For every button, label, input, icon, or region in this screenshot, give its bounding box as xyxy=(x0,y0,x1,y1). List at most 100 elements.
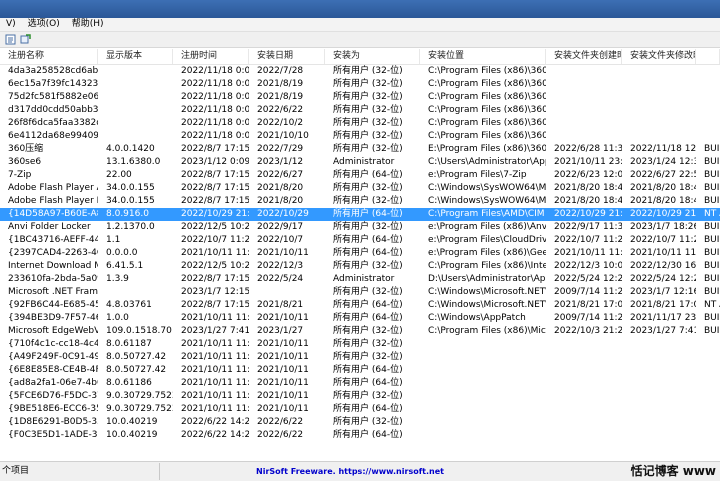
column-header-reg-name[interactable]: 注册名称 xyxy=(0,49,98,64)
cell-reg-name: Internet Download M... xyxy=(8,261,98,271)
cell-reg-time: 2021/10/11 11:2... xyxy=(181,378,249,388)
cell-reg-name: {A49F249F-0C91-497F... xyxy=(8,352,98,362)
properties-button[interactable] xyxy=(4,34,16,46)
table-row[interactable]: 6ec15a7f39fc14323b... 2022/11/18 0:09:...… xyxy=(0,78,720,91)
column-header-reg-time[interactable]: 注册时间 xyxy=(173,49,249,64)
cell-display-version: 8.0.50727.42 xyxy=(106,365,167,375)
table-row[interactable]: {1BC43716-AEFF-4462... 1.1 2022/10/7 11:26… xyxy=(0,234,720,247)
cell-reg-time: 2023/1/12 0:09:33 xyxy=(181,157,249,167)
table-row[interactable]: 7-Zip 22.00 2022/8/7 17:15:48 2022/6/27 所有用户… xyxy=(0,169,720,182)
table-row[interactable]: 233610fa-2bda-5a09-... 1.3.9 2022/8/7 17:1… xyxy=(0,273,720,286)
table-row[interactable]: 6e4112da68e99409bd... 2022/11/18 0:09:...… xyxy=(0,130,720,143)
cell-folder-modified xyxy=(622,416,696,429)
cell-display-version: 6.41.5.1 xyxy=(106,261,144,271)
menu-options[interactable]: 选项(O) xyxy=(22,18,66,31)
cell-display-version xyxy=(98,286,173,299)
cell-display-version xyxy=(98,117,173,130)
table-row[interactable]: {2397CAD4-2263-4CD... 0.0.0.0 2021/10/11 1… xyxy=(0,247,720,260)
table-row[interactable]: Adobe Flash Player PP... 34.0.0.155 2022/8… xyxy=(0,195,720,208)
table-row[interactable]: {9BE518E6-ECC6-35A... 9.0.30729.7523 2021/… xyxy=(0,403,720,416)
cell-display-version: 9.0.30729.7523 xyxy=(106,404,173,414)
table-row[interactable]: {92FB6C44-E685-45A... 4.8.03761 2022/8/7 1… xyxy=(0,299,720,312)
cell-reg-time: 2022/10/7 11:26:... xyxy=(181,235,249,245)
cell-display-version xyxy=(98,130,173,143)
cell-reg-name: {710f4c1c-cc18-4c49-... xyxy=(8,339,98,349)
cell-folder-created xyxy=(546,351,622,364)
table-row[interactable]: 4da3a258528cd6abe4... 2022/11/18 0:09:...… xyxy=(0,65,720,78)
cell-extra xyxy=(696,429,720,442)
cell-install-for: 所有用户 (32-位) xyxy=(333,326,403,336)
column-header-install-for[interactable]: 安装为 xyxy=(325,49,420,64)
cell-folder-modified xyxy=(622,78,696,91)
table-row[interactable]: {6E8E85E8-CE4B-4FF5... 8.0.50727.42 2021/1… xyxy=(0,364,720,377)
table-row[interactable]: {710f4c1c-cc18-4c49-... 8.0.61187 2021/10/… xyxy=(0,338,720,351)
cell-folder-created: 2022/6/23 12:07:... xyxy=(554,170,622,180)
cell-reg-time: 2022/8/7 17:15:48 xyxy=(181,274,249,284)
table-row[interactable]: 75d2fc581f5882e06d0... 2022/11/18 0:09:..… xyxy=(0,91,720,104)
cell-reg-time: 2023/1/27 7:41:19 xyxy=(181,326,249,336)
table-row[interactable]: Internet Download M... 6.41.5.1 2022/12/5 … xyxy=(0,260,720,273)
cell-reg-name: 6e4112da68e99409bd... xyxy=(8,131,98,141)
table-row[interactable]: Adobe Flash Player Ac... 34.0.0.155 2022/8… xyxy=(0,182,720,195)
table-row[interactable]: d317dd0cdd50abb34... 2022/11/18 0:09:... 2… xyxy=(0,104,720,117)
cell-folder-created xyxy=(546,117,622,130)
cell-reg-time: 2022/11/18 0:09:... xyxy=(181,131,249,141)
cell-folder-created: 2022/10/29 21:3... xyxy=(554,209,622,219)
table-row[interactable]: 26f8f6dca5faa3382d4... 2022/11/18 0:09:..… xyxy=(0,117,720,130)
cell-install-location: C:\Windows\SysWOW64\Macr... xyxy=(428,183,546,193)
table-row[interactable]: {ad8a2fa1-06e7-4b0d... 8.0.61186 2021/10/1… xyxy=(0,377,720,390)
cell-install-for: 所有用户 (64-位) xyxy=(333,365,403,375)
cell-folder-created: 2022/10/7 11:26:... xyxy=(554,235,622,245)
table-row[interactable]: {394BE3D9-7F57-4638... 1.0.0 2021/10/11 11… xyxy=(0,312,720,325)
cell-extra xyxy=(696,416,720,429)
table-row[interactable]: {A49F249F-0C91-497F... 8.0.50727.42 2021/1… xyxy=(0,351,720,364)
cell-reg-name: 360压缩 xyxy=(8,144,44,154)
cell-extra xyxy=(696,403,720,416)
table-row[interactable]: {1D8E6291-B0D5-35E... 10.0.40219 2022/6/22… xyxy=(0,416,720,429)
cell-install-date: 2022/9/17 xyxy=(257,222,304,232)
cell-folder-modified xyxy=(622,429,696,442)
cell-display-version: 8.0.916.0 xyxy=(106,209,149,219)
cell-install-location xyxy=(420,351,546,364)
table-row[interactable]: 360se6 13.1.6380.0 2023/1/12 0:09:33 2023/1… xyxy=(0,156,720,169)
cell-install-for: 所有用户 (32-位) xyxy=(333,261,403,271)
program-list[interactable]: 注册名称显示版本注册时间安装日期安装为安装位置安装文件夹创建时间安装文件夹修改时… xyxy=(0,49,720,461)
cell-folder-created xyxy=(546,91,622,104)
table-row[interactable]: Anvi Folder Locker 1.2.1370.0 2022/12/5 10… xyxy=(0,221,720,234)
cell-install-date: 2022/10/7 xyxy=(257,235,304,245)
table-row[interactable]: {F0C3E5D1-1ADE-321... 10.0.40219 2022/6/22… xyxy=(0,429,720,442)
table-row[interactable]: Microsoft .NET Frame... 2023/1/7 12:15:39… xyxy=(0,286,720,299)
cell-install-location: C:\Program Files (x86)\360\360\... xyxy=(428,79,546,89)
menu-view[interactable]: V) xyxy=(0,18,22,31)
column-header-folder-modified[interactable]: 安装文件夹修改时间 xyxy=(622,49,696,64)
cell-folder-modified: 2022/10/29 21:3... xyxy=(630,209,696,219)
cell-folder-modified: 2023/1/24 12:36:... xyxy=(630,157,696,167)
column-header-install-location[interactable]: 安装位置 xyxy=(420,49,546,64)
cell-reg-name: 75d2fc581f5882e06d0... xyxy=(8,92,98,102)
cell-install-for: 所有用户 (32-位) xyxy=(333,352,403,362)
cell-install-date: 2022/6/22 xyxy=(257,105,304,115)
nirsoft-link[interactable]: NirSoft Freeware. https://www.nirsoft.ne… xyxy=(160,467,540,476)
cell-extra: BUIL xyxy=(704,222,720,232)
table-row[interactable]: 360压缩 4.0.0.1420 2022/8/7 17:15:48 2022/7/2… xyxy=(0,143,720,156)
window-titlebar[interactable] xyxy=(0,0,720,18)
cell-install-location: C:\Windows\SysWOW64\Macr... xyxy=(428,196,546,206)
cell-reg-time: 2021/10/11 11:2... xyxy=(181,404,249,414)
menu-help[interactable]: 帮助(H) xyxy=(66,18,110,31)
table-row[interactable]: {5FCE6D76-F5DC-37A... 9.0.30729.7523 2021/… xyxy=(0,390,720,403)
cell-reg-time: 2022/8/7 17:15:48 xyxy=(181,170,249,180)
refresh-button[interactable] xyxy=(19,34,31,46)
table-row[interactable]: {14D58A97-B60E-A85... 8.0.916.0 2022/10/29… xyxy=(0,208,720,221)
cell-install-location: C:\Program Files (x86)\Micros... xyxy=(428,326,546,336)
column-header-install-date[interactable]: 安装日期 xyxy=(249,49,325,64)
cell-reg-name: d317dd0cdd50abb34... xyxy=(8,105,98,115)
cell-reg-name: {2397CAD4-2263-4CD... xyxy=(8,248,98,258)
cell-folder-modified xyxy=(622,364,696,377)
list-header: 注册名称显示版本注册时间安装日期安装为安装位置安装文件夹创建时间安装文件夹修改时… xyxy=(0,49,720,65)
cell-folder-created: 2021/10/11 11:2... xyxy=(554,248,622,258)
column-header-display-version[interactable]: 显示版本 xyxy=(98,49,173,64)
cell-display-version: 34.0.0.155 xyxy=(106,183,155,193)
table-row[interactable]: Microsoft EdgeWebVi... 109.0.1518.70 2023/… xyxy=(0,325,720,338)
column-header-folder-created[interactable]: 安装文件夹创建时间 xyxy=(546,49,622,64)
column-header-extra[interactable] xyxy=(696,49,720,64)
